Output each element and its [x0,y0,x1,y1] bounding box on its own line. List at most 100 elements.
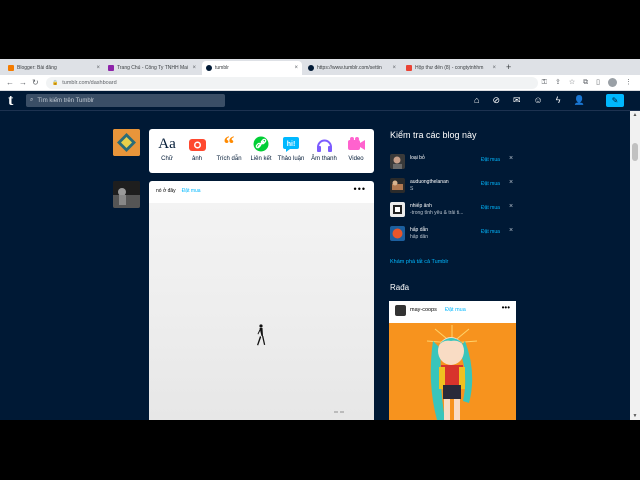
bookmark-star-icon[interactable]: ☆ [569,77,575,89]
dismiss-icon[interactable]: × [509,227,513,234]
radar-post: may-coops Đặt mua ••• [389,301,516,420]
toolbar-icons: ⚿ ⇪ ☆ ⧉ ▯ ⋮ [542,77,632,89]
browser-toolbar: ← → ↻ 🔒 tumblr.com/dashboard ⚿ ⇪ ☆ ⧉ ▯ ⋮ [0,75,640,91]
screen: Blogger: Bài đăng × Trang Chủ - Công Ty … [0,0,640,480]
blog-name[interactable]: hấp dẫn [410,227,428,233]
post-blog-name[interactable]: nó ở đây [156,188,176,194]
new-tab-icon[interactable]: + [506,61,511,73]
extensions-icon[interactable]: ⧉ [583,77,588,89]
post-follow-button[interactable]: Đặt mua [182,188,201,194]
search-input[interactable]: ⌕ Tìm kiếm trên Tumblr [26,94,225,107]
key-icon[interactable]: ⚿ [542,77,547,89]
forward-icon[interactable]: → [19,77,27,89]
share-icon[interactable]: ⇪ [555,77,561,89]
blog-name[interactable]: auduongthelanan [410,179,449,185]
lock-icon: 🔒 [52,80,59,86]
radar-blog-name[interactable]: may-coops [410,307,437,313]
scroll-down-icon[interactable]: ▼ [631,413,639,419]
post-type-quote[interactable]: “ Trích dẫn [211,133,247,163]
radar-more-icon[interactable]: ••• [502,303,510,312]
tumblr-favicon-icon [308,65,314,71]
post-more-icon[interactable]: ••• [354,184,366,194]
close-tab-icon[interactable]: × [192,65,196,71]
reload-icon[interactable]: ↻ [32,77,39,89]
recommended-blog-row[interactable]: nhiếp ảnh -trong tình yêu & trải ti... Đ… [390,202,520,222]
dismiss-icon[interactable]: × [509,155,513,162]
address-bar[interactable]: 🔒 tumblr.com/dashboard [46,77,538,89]
search-icon: ⌕ [30,97,34,103]
post-type-audio[interactable]: Âm thanh [306,135,342,162]
browser-window: Blogger: Bài đăng × Trang Chủ - Công Ty … [0,59,640,420]
blog-avatar[interactable] [390,178,405,193]
recommended-blog-row[interactable]: auduongthelanan S Đặt mua × [390,178,520,198]
tab-blogger[interactable]: Blogger: Bài đăng × [4,61,104,75]
post-type-chat[interactable]: hi! Thảo luận [273,135,309,162]
tumblr-logo[interactable]: t [8,92,13,110]
profile-avatar[interactable] [608,78,617,87]
menu-icon[interactable]: ⋮ [625,77,632,89]
tumblr-favicon-icon [206,65,212,71]
camera-icon [188,139,206,151]
tab-trang-chu[interactable]: Trang Chủ - Công Ty TNHH Mai × [104,61,200,75]
radar-header: may-coops Đặt mua ••• [389,301,516,321]
inbox-icon[interactable]: ✉ [513,94,521,107]
post-type-photo[interactable]: ảnh [179,135,215,162]
post-type-video[interactable]: Video [338,135,374,162]
recommended-blogs-title: Kiểm tra các blog này [390,130,477,140]
compose-button[interactable]: ✎ [606,94,624,107]
messages-icon[interactable]: ☺ [534,94,543,107]
home-icon[interactable]: ⌂ [474,94,479,107]
activity-icon[interactable]: ϟ [556,94,561,107]
radar-blog-avatar[interactable] [395,305,406,316]
recommended-blog-row[interactable]: hấp dẫn hấp dẫn Đặt mua × [390,226,520,246]
radar-follow-button[interactable]: Đặt mua [445,307,466,313]
back-icon[interactable]: ← [6,77,14,89]
follow-button[interactable]: Đặt mua [481,181,500,187]
blog-name[interactable]: loại bỏ [410,155,425,161]
close-tab-icon[interactable]: × [392,65,396,71]
follow-button[interactable]: Đặt mua [481,205,500,211]
blog-avatar[interactable] [390,226,405,241]
follow-button[interactable]: Đặt mua [481,229,500,235]
avatar-graphic [113,181,140,208]
scroll-up-icon[interactable]: ▲ [631,112,639,118]
radar-image[interactable] [389,323,516,420]
site-favicon-icon [108,65,114,71]
account-icon[interactable]: 👤 [574,94,585,107]
tab-tumblr[interactable]: tumblr × [202,61,302,75]
post-header: nó ở đây Đặt mua [156,188,201,194]
blog-description: -trong tình yêu & trải ti... [410,210,464,216]
compose-icon: ✎ [611,96,619,105]
dismiss-icon[interactable]: × [509,203,513,210]
dismiss-icon[interactable]: × [509,179,513,186]
dashboard-post: nó ở đây Đặt mua ••• [149,181,374,420]
post-photo[interactable] [149,203,374,420]
my-blog-avatar[interactable] [113,129,140,156]
blog-description: hấp dẫn [410,234,429,240]
anime-illustration [389,323,516,420]
tumblr-nav: ⌂ ⊘ ✉ ☺ ϟ 👤 [474,94,585,107]
close-tab-icon[interactable]: × [492,65,496,71]
blog-name[interactable]: nhiếp ảnh [410,203,432,209]
sidebar-icon[interactable]: ▯ [596,77,600,89]
tab-gmail[interactable]: Hộp thư đến (8) - congtytnhhm × [402,61,500,75]
explore-icon[interactable]: ⊘ [492,94,500,107]
avatar-graphic [113,129,140,156]
tab-tumblr-settings[interactable]: https://www.tumblr.com/settin × [304,61,400,75]
recommended-blog-row[interactable]: loại bỏ Đặt mua × [390,154,520,174]
text-icon: Aa [158,135,176,152]
close-tab-icon[interactable]: × [96,65,100,71]
blog-avatar[interactable] [390,202,405,217]
link-icon [253,136,269,152]
follow-button[interactable]: Đặt mua [481,157,500,163]
post-blog-avatar[interactable] [113,181,140,208]
walking-figure-photo [257,324,344,413]
scrollbar-thumb[interactable] [632,143,638,161]
tumblr-header: t ⌕ Tìm kiếm trên Tumblr ⌂ ⊘ ✉ ☺ ϟ 👤 ✎ [0,91,640,111]
radar-title: Rađa [390,283,410,292]
blog-description: S [410,186,414,192]
explore-all-link[interactable]: Khám phá tất cả Tumblr [390,259,448,265]
blog-avatar[interactable] [390,154,405,169]
close-tab-icon[interactable]: × [294,65,298,71]
tab-strip: Blogger: Bài đăng × Trang Chủ - Công Ty … [0,59,640,75]
